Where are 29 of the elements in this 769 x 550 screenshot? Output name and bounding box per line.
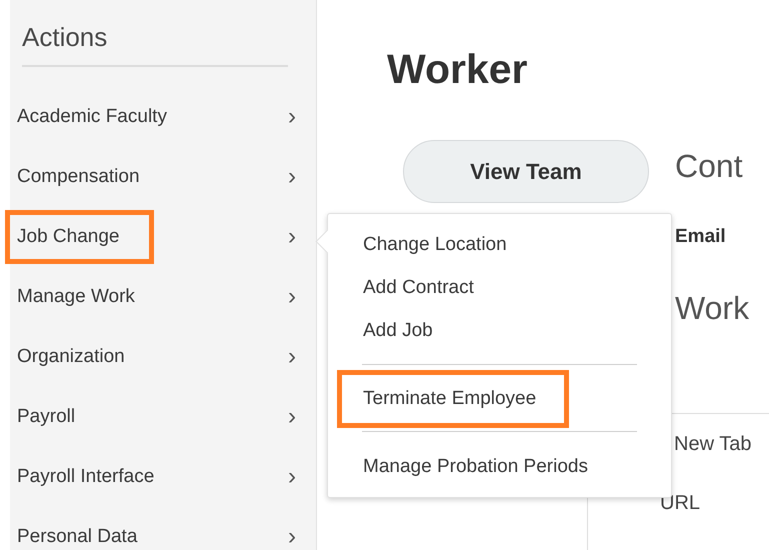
menu-item[interactable]: Manage Probation Periods (363, 456, 588, 478)
page-title: Worker (387, 46, 529, 93)
sidebar-title: Actions (22, 22, 108, 54)
menu-item[interactable]: Terminate Employee (337, 370, 570, 428)
email-label: Email (675, 226, 727, 248)
menu-item[interactable]: Change Location (363, 234, 507, 256)
sidebar-item[interactable]: Manage Work (5, 270, 170, 324)
sidebar-item[interactable]: Personal Data (5, 510, 172, 550)
section-heading: Cont (675, 148, 744, 185)
menu-item[interactable]: URL (660, 492, 700, 515)
menu-item[interactable]: Add Contract (363, 277, 474, 299)
menu-item[interactable]: Add Job (363, 320, 433, 342)
chevron-icon: › (288, 284, 296, 308)
chevron-icon: › (288, 224, 296, 248)
chevron-icon: › (288, 104, 296, 128)
chevron-icon: › (288, 524, 296, 548)
chevron-icon: › (288, 404, 296, 428)
chevron-icon: › (288, 464, 296, 488)
sidebar-item[interactable]: Academic Faculty (5, 90, 202, 144)
section-heading: Work (675, 290, 750, 327)
menu-item[interactable]: New Tab (674, 433, 752, 456)
chevron-icon: › (288, 344, 296, 368)
sidebar-item[interactable]: Organization (5, 330, 160, 384)
sidebar-item[interactable]: Payroll Interface (5, 450, 190, 504)
sidebar-item[interactable]: Compensation (5, 150, 175, 204)
sidebar-item[interactable]: Job Change (5, 210, 154, 264)
chevron-icon: › (288, 164, 296, 188)
sidebar-item[interactable]: Payroll (5, 390, 110, 444)
view-team-button[interactable]: View Team (403, 140, 649, 203)
